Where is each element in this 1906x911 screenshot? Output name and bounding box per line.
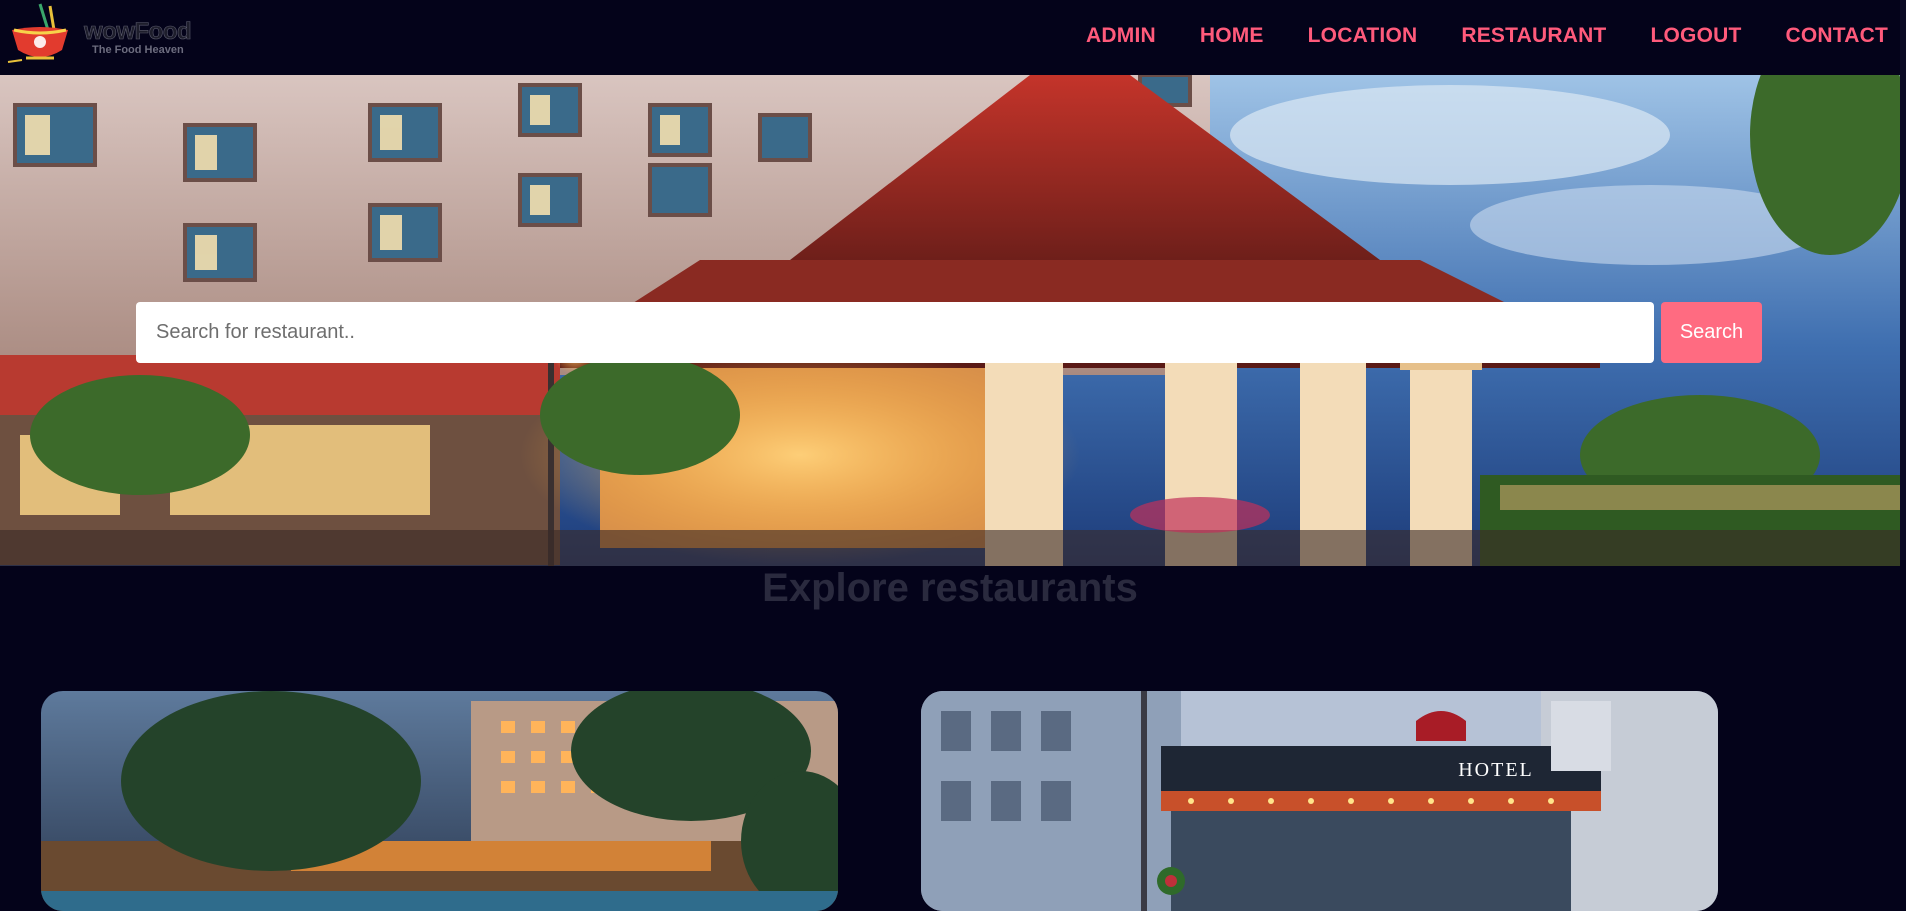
- search-input[interactable]: [136, 302, 1654, 363]
- nav-link-contact[interactable]: CONTACT: [1786, 24, 1889, 48]
- brand-name: wowFood: [84, 18, 192, 45]
- restaurant-card[interactable]: HOTEL: [921, 691, 1718, 911]
- hotel-sign-text: HOTEL: [1458, 759, 1534, 781]
- nav-link-admin[interactable]: ADMIN: [1086, 24, 1156, 48]
- section-title: Explore restaurants: [762, 566, 1138, 610]
- brand-logo[interactable]: wowFood The Food Heaven: [4, 2, 194, 68]
- page-scrollbar[interactable]: [1900, 0, 1906, 899]
- restaurant-card-image: HOTEL: [921, 691, 1718, 911]
- nav-link-logout[interactable]: LOGOUT: [1650, 24, 1741, 48]
- restaurant-card[interactable]: [41, 691, 838, 911]
- nav-link-restaurant[interactable]: RESTAURANT: [1461, 24, 1606, 48]
- hero-banner: Search: [0, 75, 1900, 566]
- nav-link-home[interactable]: HOME: [1200, 24, 1264, 48]
- noodle-bowl-icon: [7, 3, 68, 63]
- scrollbar-thumb[interactable]: [1900, 0, 1906, 560]
- nav-link-location[interactable]: LOCATION: [1308, 24, 1418, 48]
- nav-links: ADMIN HOME LOCATION RESTAURANT LOGOUT CO…: [1042, 24, 1888, 48]
- brand-tagline: The Food Heaven: [92, 44, 184, 56]
- search-button[interactable]: Search: [1661, 302, 1762, 363]
- restaurant-card-image: [41, 691, 838, 911]
- top-navbar: wowFood The Food Heaven ADMIN HOME LOCAT…: [0, 0, 1900, 75]
